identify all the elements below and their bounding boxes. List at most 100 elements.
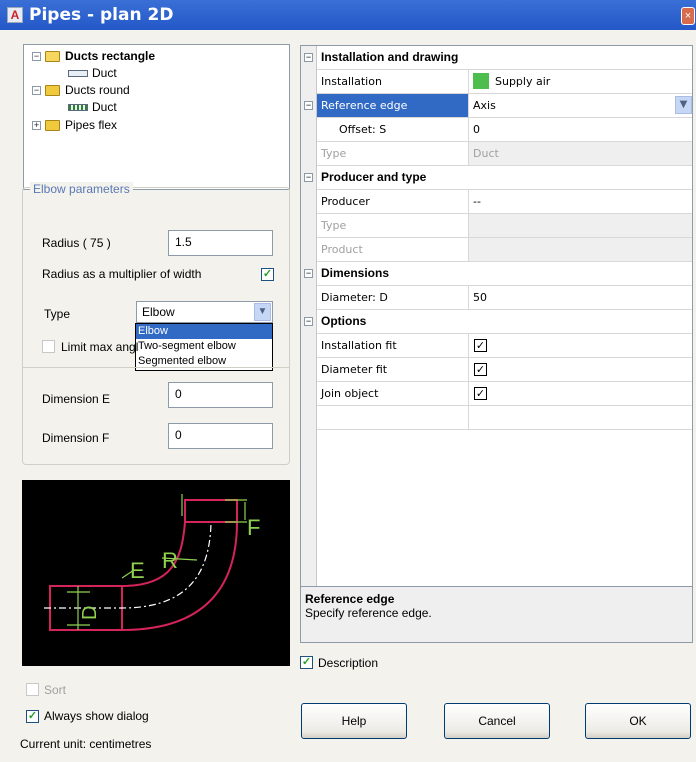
expand-icon[interactable]: + [32, 120, 41, 130]
prop-offset[interactable]: Offset: S 0 [317, 118, 692, 142]
tree-item-label: Duct [92, 66, 117, 80]
app-icon: A [7, 7, 23, 23]
tree-item-ducts-round[interactable]: − Ducts round [32, 81, 130, 99]
cancel-button[interactable]: Cancel [444, 703, 550, 739]
type-label: Type [44, 307, 71, 321]
tree-item-duct-rectangle[interactable]: Duct [68, 64, 117, 82]
dropdown-option[interactable]: Two-segment elbow [136, 339, 272, 354]
category-installation: Installation and drawing [317, 46, 692, 70]
close-icon[interactable]: × [681, 7, 695, 25]
category-options: Options [317, 310, 692, 334]
prop-value [469, 406, 692, 429]
dimension-f-input[interactable]: 0 [168, 423, 273, 449]
category-label: Options [321, 314, 367, 328]
prop-value [469, 238, 692, 261]
description-title: Reference edge [305, 592, 395, 606]
limit-angle-label: Limit max angl [61, 340, 139, 354]
description-panel: Reference edge Specify reference edge. [300, 586, 693, 643]
duct-icon [68, 69, 88, 77]
elbow-drawing: E R F D [44, 494, 260, 631]
collapse-icon[interactable]: − [304, 101, 313, 110]
elbow-parameters-title: Elbow parameters [30, 182, 133, 196]
property-grid-gutter [301, 46, 317, 614]
prop-reference-edge[interactable]: Reference edge Axis ▼ [317, 94, 692, 118]
prop-key: Join object [317, 382, 469, 405]
prop-diameter-fit[interactable]: Diameter fit ✓ [317, 358, 692, 382]
help-button[interactable]: Help [301, 703, 407, 739]
collapse-icon[interactable]: − [304, 53, 313, 62]
collapse-icon[interactable]: − [32, 85, 41, 95]
diameter-fit-checkbox[interactable]: ✓ [474, 363, 487, 376]
prop-key: Producer [317, 190, 469, 213]
radius-input[interactable]: 1.5 [168, 230, 273, 256]
limit-angle-checkbox[interactable] [42, 340, 55, 353]
current-unit-text: Current unit: centimetres [20, 737, 152, 751]
chevron-down-icon[interactable]: ▼ [254, 303, 271, 321]
check-icon: ✓ [301, 656, 312, 668]
collapse-icon[interactable]: − [304, 173, 313, 182]
description-checkbox[interactable]: ✓ [300, 656, 313, 669]
elbow-type-dropdown[interactable]: Elbow Two-segment elbow Segmented elbow [135, 323, 273, 371]
tree-item-duct-round[interactable]: Duct [68, 98, 117, 116]
prop-key: Diameter: D [317, 286, 469, 309]
collapse-icon[interactable]: − [32, 51, 41, 61]
prop-installation-fit[interactable]: Installation fit ✓ [317, 334, 692, 358]
elbow-preview: E R F D [22, 480, 290, 666]
divider [23, 367, 289, 368]
tree-item-ducts-rectangle[interactable]: − Ducts rectangle [32, 47, 155, 65]
prop-join-object[interactable]: Join object ✓ [317, 382, 692, 406]
multiplier-checkbox[interactable]: ✓ [261, 268, 274, 281]
prop-key: Reference edge [317, 94, 469, 117]
prop-value: Axis [473, 99, 496, 112]
prop-key: Offset: S [317, 118, 469, 141]
elbow-type-select[interactable]: Elbow ▼ [136, 301, 273, 323]
dropdown-option[interactable]: Elbow [136, 324, 272, 339]
duct-type-tree[interactable]: − Ducts rectangle Duct − Ducts round Duc… [23, 44, 290, 190]
collapse-icon[interactable]: − [304, 317, 313, 326]
prop-key: Installation [317, 70, 469, 93]
prop-diameter[interactable]: Diameter: D 50 [317, 286, 692, 310]
title-bar: A Pipes - plan 2D × [0, 0, 696, 30]
prop-value: Duct [469, 142, 692, 165]
installation-fit-checkbox[interactable]: ✓ [474, 339, 487, 352]
multiplier-label: Radius as a multiplier of width [42, 267, 202, 281]
folder-icon [45, 84, 60, 96]
category-producer: Producer and type [317, 166, 692, 190]
tree-item-label: Ducts round [65, 83, 130, 97]
tree-item-pipes-flex[interactable]: + Pipes flex [32, 116, 117, 134]
description-text: Specify reference edge. [305, 606, 432, 620]
prop-value: -- [473, 195, 481, 208]
always-show-checkbox[interactable]: ✓ [26, 710, 39, 723]
radius-label: Radius ( 75 ) [42, 236, 111, 250]
folder-open-icon [45, 50, 60, 62]
sort-label: Sort [44, 683, 67, 697]
dimension-e-input[interactable]: 0 [168, 382, 273, 408]
tree-item-label: Ducts rectangle [65, 49, 156, 63]
prop-key: Diameter fit [317, 358, 469, 381]
prop-key: Installation fit [317, 334, 469, 357]
description-checkbox-label: Description [318, 656, 379, 670]
label-r: R [162, 548, 178, 573]
prop-value: 50 [473, 291, 487, 304]
ok-button[interactable]: OK [585, 703, 691, 739]
dimension-e-label: Dimension E [42, 392, 111, 406]
prop-key: Type [317, 214, 469, 237]
property-grid[interactable]: − Installation and drawing Installation … [300, 45, 693, 615]
sort-checkbox[interactable] [26, 683, 39, 696]
prop-key: Product [317, 238, 469, 261]
prop-producer[interactable]: Producer -- [317, 190, 692, 214]
dimension-f-label: Dimension F [42, 431, 110, 445]
prop-key: Type [317, 142, 469, 165]
prop-installation[interactable]: Installation Supply air [317, 70, 692, 94]
chevron-down-icon[interactable]: ▼ [675, 96, 692, 114]
duct-round-icon [68, 103, 88, 111]
prop-value: 0 [473, 123, 480, 136]
elbow-type-value: Elbow [142, 305, 175, 319]
join-object-checkbox[interactable]: ✓ [474, 387, 487, 400]
collapse-icon[interactable]: − [304, 269, 313, 278]
category-dimensions: Dimensions [317, 262, 692, 286]
prop-key [317, 406, 469, 429]
prop-value: Supply air [495, 75, 551, 88]
color-swatch [473, 72, 489, 89]
label-f: F [247, 515, 260, 540]
